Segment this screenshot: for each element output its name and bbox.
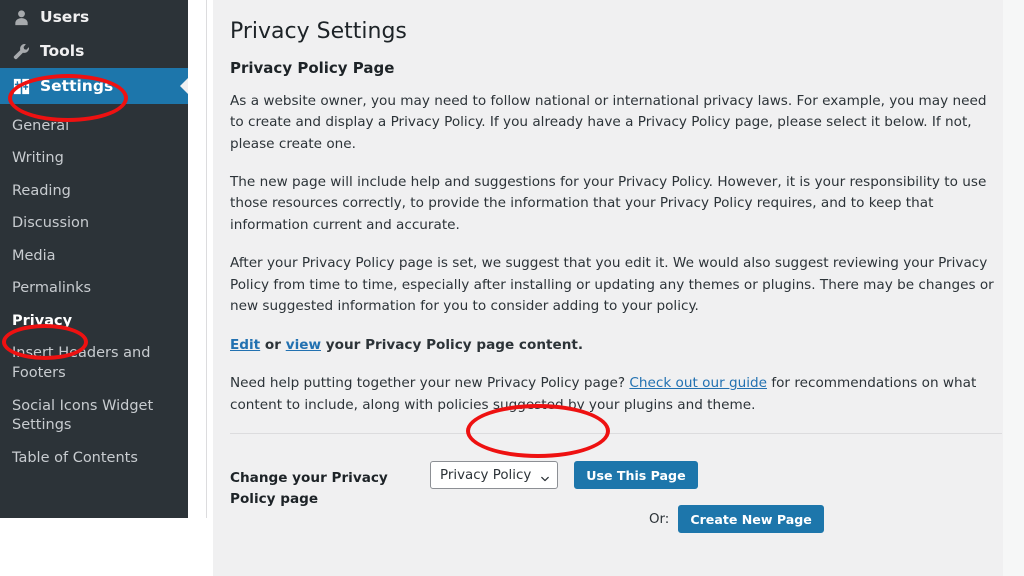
wrench-icon <box>11 41 31 61</box>
select-and-use-line: Privacy Policy Use This Page <box>430 461 1024 490</box>
sidebar-item-settings[interactable]: Settings <box>0 68 188 104</box>
help-paragraph: Need help putting together your new Priv… <box>230 373 1002 416</box>
settings-icon <box>11 76 31 96</box>
sidebar-below-fill <box>0 518 188 576</box>
edit-view-conjunction: or <box>260 336 286 353</box>
sidebar-subitem-media[interactable]: Media <box>0 240 188 273</box>
sidebar-item-users[interactable]: Users <box>0 0 188 34</box>
review-paragraph: After your Privacy Policy page is set, w… <box>230 255 994 315</box>
view-link[interactable]: view <box>286 337 321 353</box>
section-divider <box>230 433 1002 435</box>
sidebar-subitem-discussion[interactable]: Discussion <box>0 208 188 241</box>
or-label: Or: <box>649 511 670 527</box>
change-privacy-policy-page-row: Change your Privacy Policy page Privacy … <box>230 461 1024 534</box>
sidebar-item-label: Tools <box>40 42 85 60</box>
sidebar-item-label: Settings <box>40 77 114 95</box>
sidebar-item-tools[interactable]: Tools <box>0 34 188 68</box>
settings-submenu: General Writing Reading Discussion Media… <box>0 104 188 485</box>
sidebar-subitem-permalinks[interactable]: Permalinks <box>0 273 188 306</box>
content-gutter-line <box>206 0 207 518</box>
privacy-policy-page-select[interactable]: Privacy Policy <box>430 461 559 490</box>
sidebar-subitem-social-icons-widget-settings[interactable]: Social Icons Widget Settings <box>0 390 188 442</box>
privacy-policy-page-select-value: Privacy Policy <box>440 467 532 483</box>
user-icon <box>11 7 31 27</box>
guide-link[interactable]: Check out our guide <box>629 375 767 391</box>
chevron-down-icon <box>541 472 550 482</box>
page-title: Privacy Settings <box>230 19 407 44</box>
or-create-line: Or: Create New Page <box>430 505 1024 534</box>
sidebar-item-label: Users <box>40 8 90 26</box>
change-page-label: Change your Privacy Policy page <box>230 470 388 507</box>
help-lead: Need help putting together your new Priv… <box>230 375 630 392</box>
admin-sidebar: Users Tools Settings General Writing Rea… <box>0 0 188 518</box>
section-title: Privacy Policy Page <box>230 58 395 77</box>
sidebar-subitem-privacy[interactable]: Privacy <box>0 305 188 338</box>
intro-paragraph: As a website owner, you may need to foll… <box>230 92 987 152</box>
sidebar-subitem-insert-headers-and-footers[interactable]: Insert Headers and Footers <box>0 338 188 390</box>
new-page-paragraph: The new page will include help and sugge… <box>230 174 987 233</box>
sidebar-subitem-table-of-contents[interactable]: Table of Contents <box>0 442 188 475</box>
wordpress-admin-screen: Users Tools Settings General Writing Rea… <box>0 0 1024 576</box>
use-this-page-button[interactable]: Use This Page <box>574 461 698 490</box>
right-edge-pane <box>1003 0 1024 576</box>
edit-link[interactable]: Edit <box>230 337 260 353</box>
edit-view-line: Edit or view your Privacy Policy page co… <box>230 335 1002 356</box>
sidebar-subitem-reading[interactable]: Reading <box>0 175 188 208</box>
create-new-page-button[interactable]: Create New Page <box>678 505 824 534</box>
edit-view-tail: your Privacy Policy page content. <box>321 336 584 353</box>
sidebar-subitem-general[interactable]: General <box>0 110 188 143</box>
content-wrap: Privacy Settings Privacy Policy Page As … <box>230 0 1024 534</box>
content-gutter <box>188 0 213 518</box>
change-page-fields: Privacy Policy Use This Page Or: Create … <box>430 461 1024 534</box>
sidebar-subitem-writing[interactable]: Writing <box>0 143 188 176</box>
active-menu-arrow <box>180 77 188 95</box>
